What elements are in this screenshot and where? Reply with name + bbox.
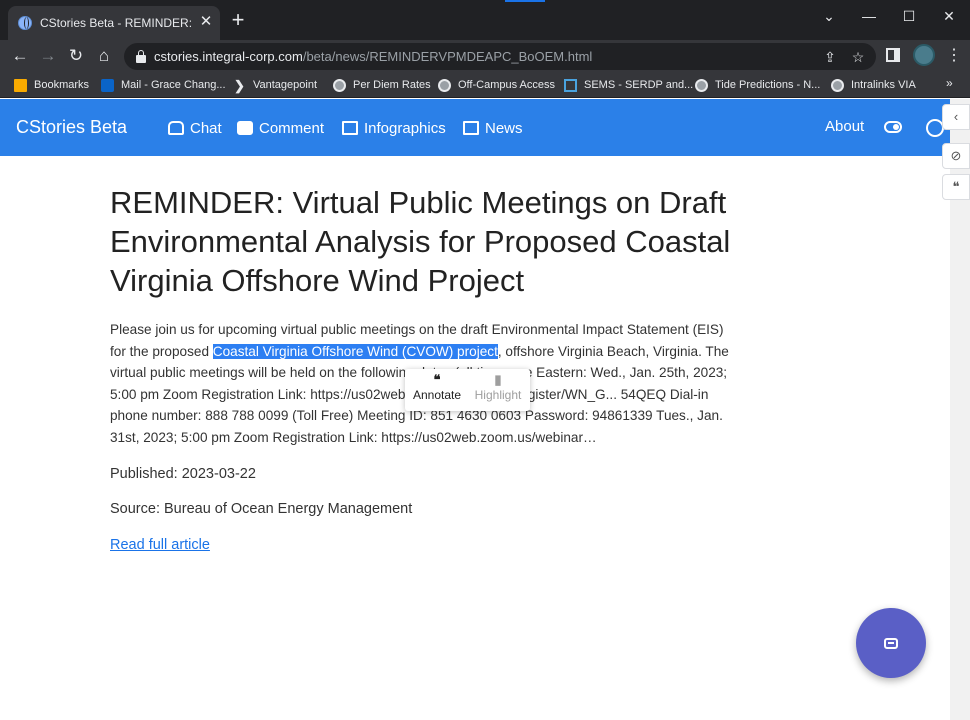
chevron-icon: ❯ bbox=[234, 77, 245, 93]
browser-menu-icon[interactable]: ⋮ bbox=[946, 44, 962, 68]
globe-icon bbox=[438, 78, 451, 92]
bookmark-sems[interactable]: SEMS - SERDP and... bbox=[564, 76, 693, 94]
bookmark-bookmarks[interactable]: Bookmarks bbox=[14, 76, 89, 94]
tab-title: CStories Beta - REMINDER: Virtu bbox=[40, 16, 192, 30]
folder-icon bbox=[14, 78, 27, 92]
maximize-button[interactable]: ☐ bbox=[898, 6, 920, 26]
annotation-popup: ❝ Annotate ▮ Highlight bbox=[405, 369, 530, 411]
theme-toggle-icon[interactable] bbox=[884, 121, 902, 133]
bookmark-vantagepoint[interactable]: ❯ Vantagepoint bbox=[233, 76, 317, 94]
article-source: Source: Bureau of Ocean Energy Managemen… bbox=[110, 500, 413, 517]
tab-search-dropdown-icon[interactable]: ⌄ bbox=[818, 6, 840, 26]
annotations-quote-icon[interactable]: ❝ bbox=[942, 174, 970, 200]
browser-tab[interactable]: CStories Beta - REMINDER: Virtu ✕ bbox=[8, 6, 220, 40]
page-content: CStories Beta Chat Comment Infographics … bbox=[0, 99, 950, 720]
new-tab-button[interactable]: + bbox=[228, 9, 248, 31]
outlook-icon bbox=[101, 78, 114, 92]
hide-annotations-eye-icon[interactable]: ⊘ bbox=[942, 143, 970, 169]
bookmark-mail[interactable]: Mail - Grace Chang... bbox=[101, 76, 226, 94]
home-icon[interactable]: ⌂ bbox=[92, 44, 116, 68]
read-full-article-link[interactable]: Read full article bbox=[110, 537, 210, 553]
minimize-button[interactable]: — bbox=[858, 6, 880, 26]
collapse-chevron-icon[interactable]: ‹ bbox=[942, 104, 970, 130]
bookmark-intralinks[interactable]: Intralinks VIA bbox=[831, 76, 916, 94]
quote-icon: ❝ bbox=[433, 372, 441, 387]
globe-icon bbox=[695, 78, 708, 92]
highlighter-icon: ▮ bbox=[494, 372, 502, 387]
sems-icon bbox=[564, 78, 577, 92]
bookmark-off-campus[interactable]: Off-Campus Access bbox=[438, 76, 555, 94]
side-panel-icon[interactable] bbox=[886, 48, 900, 62]
site-brand[interactable]: CStories Beta bbox=[16, 117, 127, 138]
article-title: REMINDER: Virtual Public Meetings on Dra… bbox=[110, 185, 731, 298]
address-bar[interactable]: cstories.integral-corp.com/beta/news/REM… bbox=[124, 43, 876, 70]
chat-icon bbox=[168, 121, 184, 135]
globe-icon bbox=[333, 78, 346, 92]
nav-chat[interactable]: Chat bbox=[168, 118, 222, 138]
image-icon bbox=[342, 121, 358, 135]
forward-arrow-icon[interactable]: → bbox=[36, 44, 60, 68]
reload-icon[interactable]: ↻ bbox=[64, 44, 88, 68]
bookmark-tide-predictions[interactable]: Tide Predictions - N... bbox=[695, 76, 820, 94]
globe-icon bbox=[831, 78, 844, 92]
nav-comment[interactable]: Comment bbox=[237, 118, 324, 138]
site-favicon-icon bbox=[18, 16, 32, 30]
nav-about[interactable]: About bbox=[825, 118, 864, 135]
profile-avatar[interactable] bbox=[913, 44, 935, 66]
site-navbar: CStories Beta Chat Comment Infographics … bbox=[0, 99, 950, 156]
bookmark-per-diem[interactable]: Per Diem Rates bbox=[333, 76, 431, 94]
browser-toolbar: ← → ↻ ⌂ cstories.integral-corp.com/beta/… bbox=[0, 40, 970, 72]
url-text[interactable]: cstories.integral-corp.com/beta/news/REM… bbox=[154, 49, 592, 64]
back-arrow-icon[interactable]: ← bbox=[8, 44, 32, 68]
published-date: Published: 2023-03-22 bbox=[110, 465, 256, 482]
browser-tab-bar: CStories Beta - REMINDER: Virtu ✕ + ⌄ — … bbox=[0, 0, 970, 40]
bookmark-star-icon[interactable]: ☆ bbox=[848, 47, 868, 67]
bookmarks-overflow-icon[interactable]: » bbox=[946, 76, 953, 90]
news-icon bbox=[463, 121, 479, 135]
annotate-button[interactable]: ❝ Annotate bbox=[407, 372, 467, 408]
lock-icon bbox=[136, 50, 146, 63]
nav-infographics[interactable]: Infographics bbox=[342, 118, 446, 138]
selected-text[interactable]: Coastal Virginia Offshore Wind (CVOW) pr… bbox=[212, 343, 498, 359]
bookmarks-bar: Bookmarks Mail - Grace Chang... ❯ Vantage… bbox=[0, 72, 970, 98]
robot-icon bbox=[884, 638, 898, 649]
tab-close-icon[interactable]: ✕ bbox=[198, 14, 214, 30]
chatbot-fab-button[interactable] bbox=[856, 608, 926, 678]
highlight-button[interactable]: ▮ Highlight bbox=[468, 372, 528, 408]
comment-icon bbox=[237, 121, 253, 135]
tab-accent bbox=[505, 0, 545, 2]
share-icon[interactable]: ⇪ bbox=[820, 47, 840, 67]
nav-news[interactable]: News bbox=[463, 118, 523, 138]
window-close-button[interactable]: ✕ bbox=[938, 6, 960, 26]
